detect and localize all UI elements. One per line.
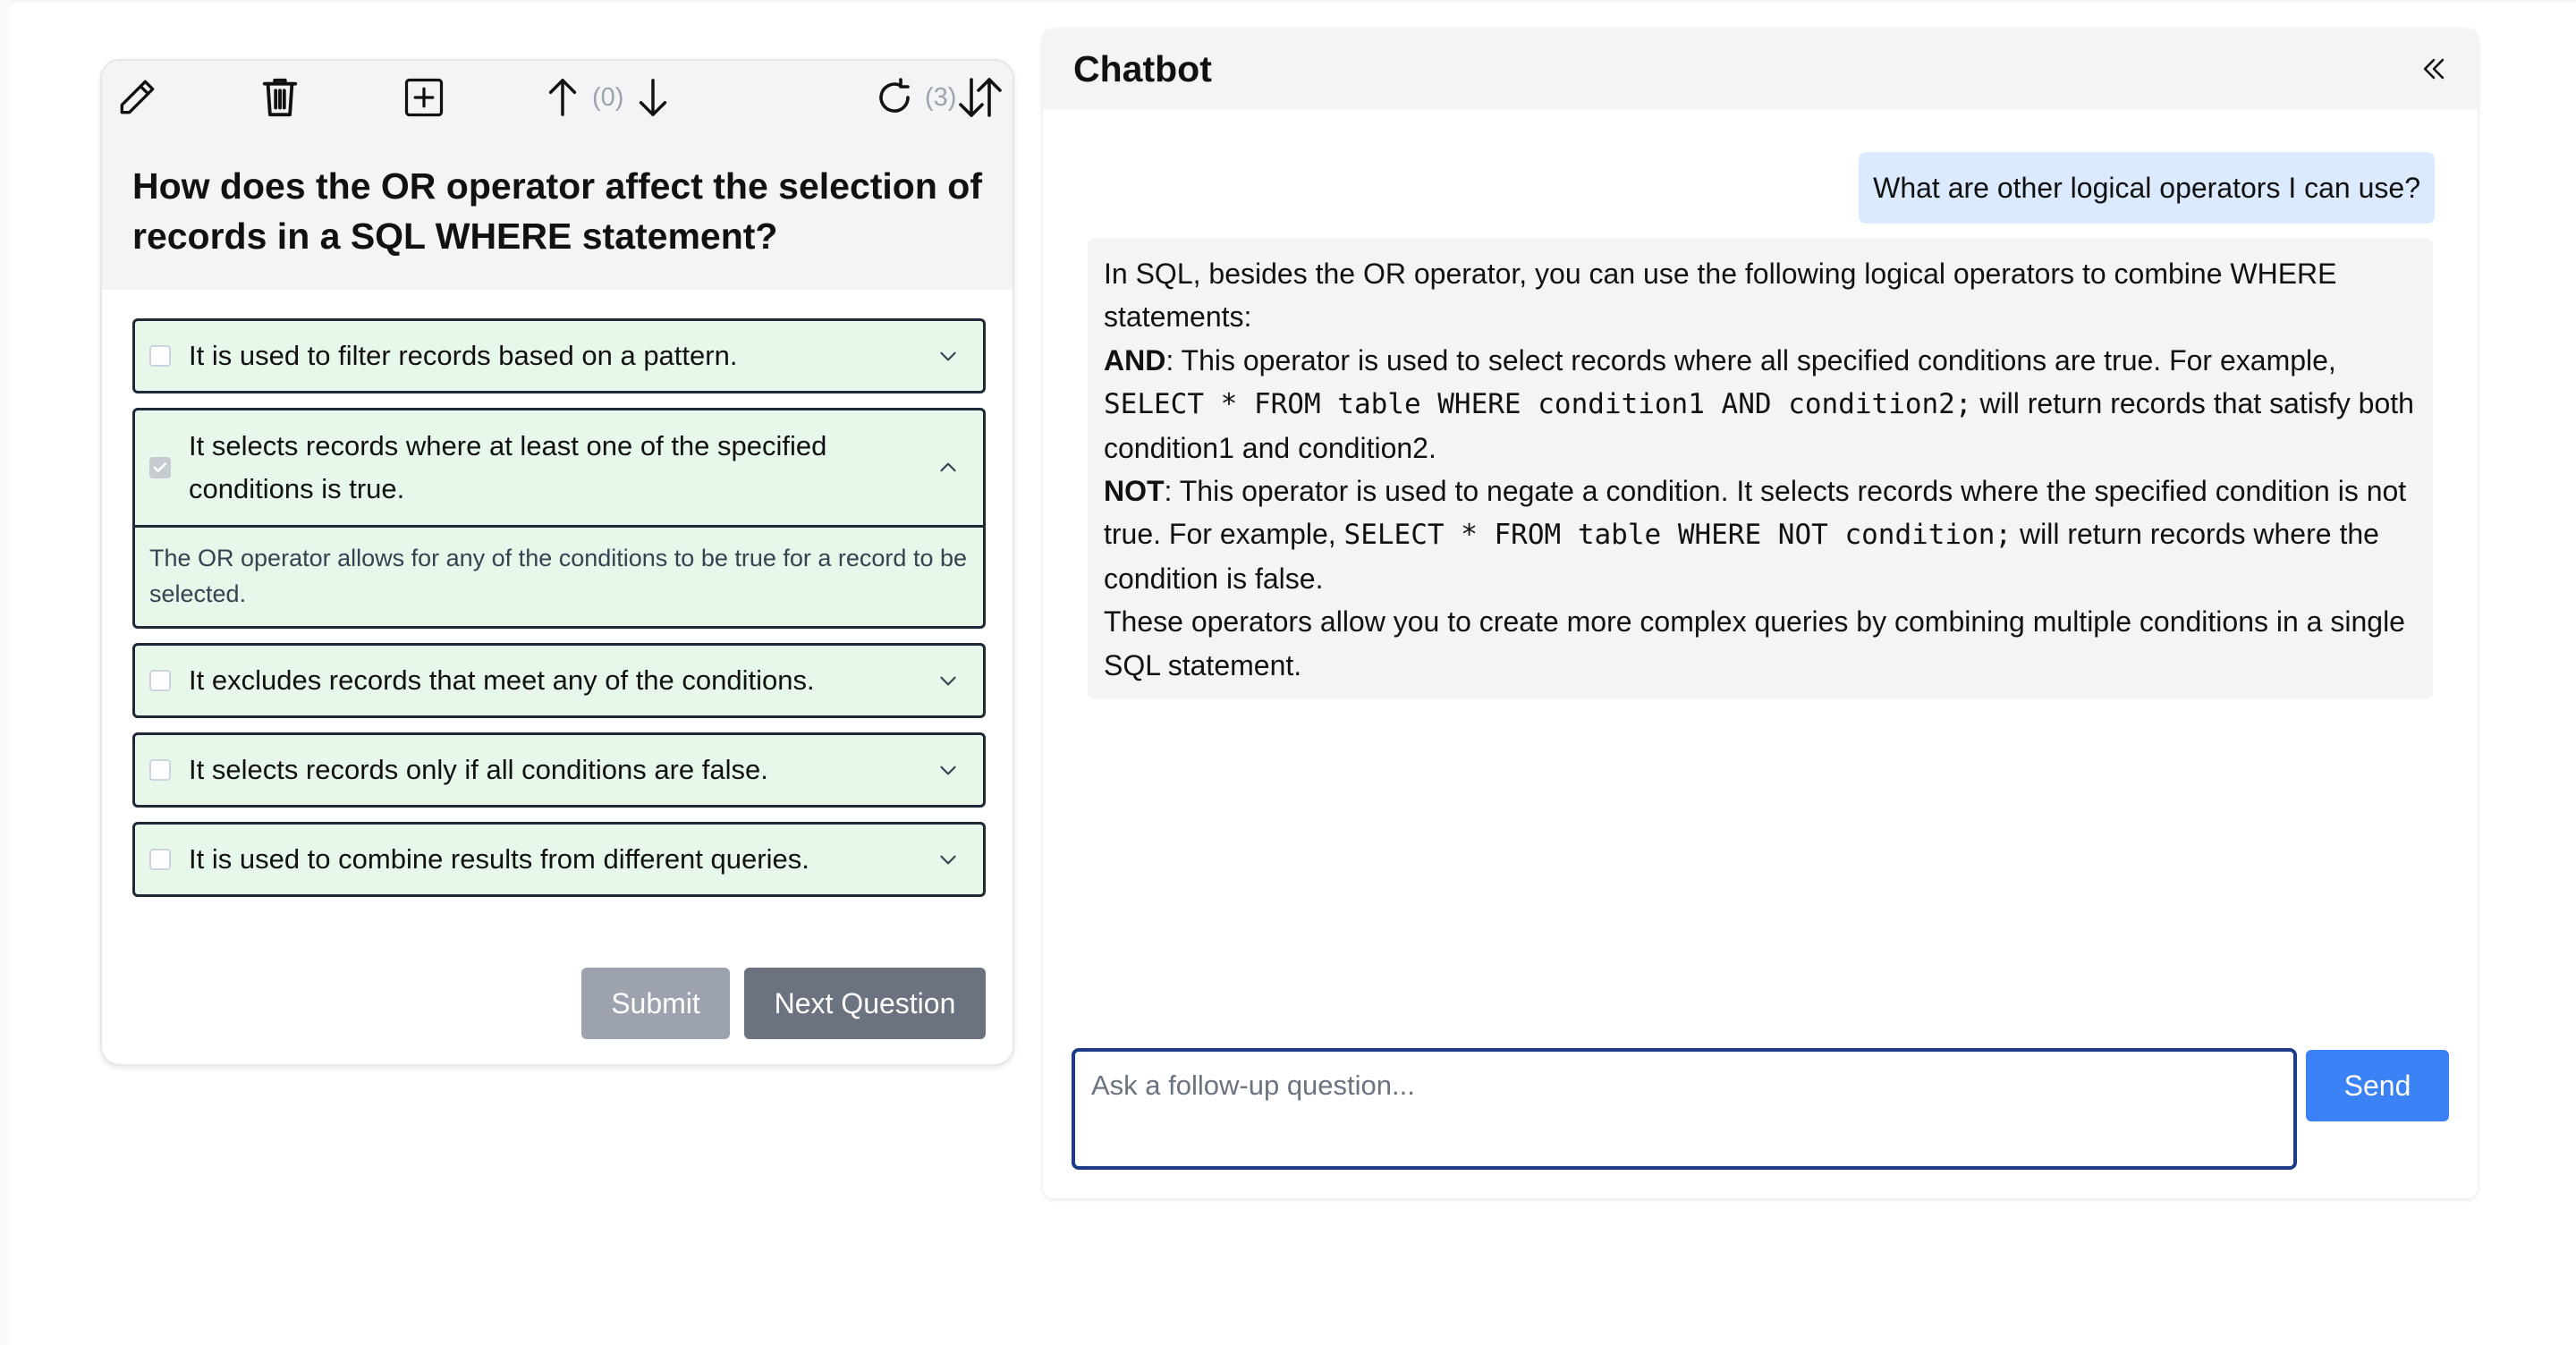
chevron-down-icon[interactable]	[936, 848, 960, 871]
bot-message: In SQL, besides the OR operator, you can…	[1088, 238, 2433, 699]
shuffle-button[interactable]	[955, 70, 1005, 125]
sort-arrows-icon	[955, 74, 1005, 121]
not-term: NOT	[1104, 475, 1165, 508]
position-count: (0)	[592, 82, 624, 112]
option-label: It is used to filter records based on a …	[189, 340, 738, 371]
chatbot-header: Chatbot	[1043, 29, 2478, 109]
bot-and-paragraph: AND: This operator is used to select rec…	[1104, 339, 2417, 469]
option-label: It is used to combine results from diffe…	[189, 843, 809, 875]
chevron-down-icon[interactable]	[936, 344, 960, 368]
regenerate-button[interactable]: (3)	[873, 70, 965, 125]
refresh-icon	[873, 76, 916, 119]
arrow-down-icon[interactable]	[632, 74, 674, 121]
arrow-up-icon[interactable]	[542, 74, 583, 121]
next-question-button[interactable]: Next Question	[744, 968, 986, 1039]
chevron-up-icon[interactable]	[936, 456, 960, 479]
follow-up-input[interactable]	[1072, 1048, 2297, 1170]
option-label: It selects records only if all condition…	[189, 754, 768, 785]
quiz-toolbar: (0) (3)	[102, 61, 1013, 132]
option-label: It selects records where at least one of…	[189, 430, 827, 504]
option-3[interactable]: It excludes records that meet any of the…	[132, 643, 986, 718]
option-explanation: The OR operator allows for any of the co…	[135, 525, 983, 626]
bot-not-paragraph: NOT: This operator is used to negate a c…	[1104, 469, 2417, 600]
question-text: How does the OR operator affect the sele…	[132, 165, 982, 257]
regenerate-count: (3)	[925, 82, 957, 112]
edit-button[interactable]	[114, 70, 159, 125]
bot-outro: These operators allow you to create more…	[1104, 605, 2405, 681]
chatbot-panel: Chatbot What are other logical operators…	[1043, 29, 2478, 1198]
and-code: SELECT * FROM table WHERE condition1 AND…	[1104, 388, 1972, 421]
reorder-controls: (0)	[542, 70, 674, 125]
option-checkbox-checked[interactable]	[149, 457, 171, 478]
delete-button[interactable]	[259, 70, 301, 125]
send-button[interactable]: Send	[2306, 1050, 2449, 1121]
option-checkbox[interactable]	[149, 759, 171, 781]
submit-button[interactable]: Submit	[581, 968, 730, 1039]
trash-icon	[259, 74, 301, 121]
option-label: It excludes records that meet any of the…	[189, 664, 815, 696]
answer-options: It is used to filter records based on a …	[132, 318, 986, 911]
chevron-down-icon[interactable]	[936, 758, 960, 782]
chevron-down-icon[interactable]	[936, 669, 960, 692]
option-4[interactable]: It selects records only if all condition…	[132, 732, 986, 808]
top-border	[0, 0, 2576, 3]
option-2[interactable]: It selects records where at least one of…	[132, 408, 986, 629]
option-checkbox[interactable]	[149, 849, 171, 870]
chatbot-title: Chatbot	[1073, 48, 1212, 89]
quiz-header: (0) (3) How does the OR operator affect …	[102, 61, 1013, 290]
and-text-1: : This operator is used to select record…	[1165, 343, 2336, 376]
quiz-card: (0) (3) How does the OR operator affect …	[100, 59, 1014, 1066]
option-checkbox[interactable]	[149, 670, 171, 691]
double-chevron-left-icon[interactable]	[2419, 54, 2449, 84]
and-term: AND	[1104, 343, 1166, 376]
not-code: SELECT * FROM table WHERE NOT condition;	[1343, 519, 2012, 552]
pencil-icon	[114, 75, 159, 120]
option-checkbox[interactable]	[149, 345, 171, 367]
bot-intro: In SQL, besides the OR operator, you can…	[1104, 258, 2337, 334]
option-5[interactable]: It is used to combine results from diffe…	[132, 822, 986, 897]
page-edge	[0, 0, 11, 1345]
user-message: What are other logical operators I can u…	[1859, 152, 2435, 224]
option-1[interactable]: It is used to filter records based on a …	[132, 318, 986, 393]
add-question-button[interactable]	[401, 70, 447, 125]
plus-square-icon	[401, 74, 447, 121]
